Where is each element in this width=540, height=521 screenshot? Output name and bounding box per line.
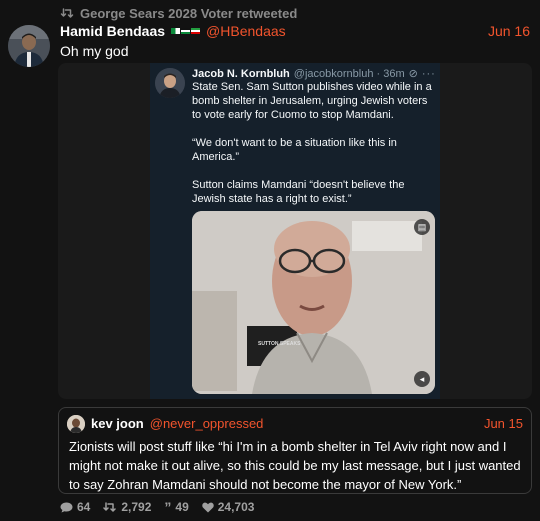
quote-date[interactable]: Jun 15: [484, 416, 523, 431]
like-count: 24,703: [217, 500, 255, 514]
quote-icon: ”: [164, 499, 172, 515]
embedded-header: Jacob N. Kornbluh @jacobkornbluh · 36m ⊘…: [192, 67, 436, 81]
engagement-stats: 64 2,792 ” 49 24,703: [60, 500, 254, 514]
embedded-text: State Sen. Sam Sutton publishes video wh…: [192, 80, 434, 220]
quote-author-name[interactable]: kev joon: [91, 416, 144, 431]
retweet-context[interactable]: George Sears 2028 Voter retweeted: [60, 6, 297, 21]
tweet-date[interactable]: Jun 16: [488, 23, 530, 39]
iran-flag-icon: [191, 28, 201, 34]
embedded-avatar: [155, 68, 185, 98]
quote-header: kev joon @never_oppressed Jun 15: [91, 416, 523, 431]
embedded-video: ▤ ◂ SUTTON SPEAKS: [192, 211, 435, 394]
algeria-flag-icon: [171, 28, 181, 34]
palestine-flag-icon: [181, 28, 191, 34]
avatar[interactable]: [8, 25, 50, 67]
author-handle[interactable]: @HBendaas: [206, 23, 286, 39]
more-options-icon: ···: [421, 67, 436, 80]
embedded-paragraph: Sutton claims Mamdani “doesn't believe t…: [192, 179, 405, 205]
quote-count: 49: [175, 500, 189, 514]
flag-emojis: [171, 28, 201, 34]
heart-icon: [202, 502, 214, 513]
reply-stat[interactable]: 64: [60, 500, 90, 514]
volume-icon: ◂: [414, 371, 430, 387]
quoted-tweet[interactable]: kev joon @never_oppressed Jun 15 Zionist…: [58, 407, 532, 494]
tweet-text: Oh my god: [60, 43, 129, 59]
retweet-label: George Sears 2028 Voter retweeted: [80, 6, 298, 21]
embedded-post-screenshot: Jacob N. Kornbluh @jacobkornbluh · 36m ⊘…: [150, 63, 440, 399]
display-name[interactable]: Hamid Bendaas: [60, 23, 165, 39]
embedded-paragraph: “We don't want to be a situation like th…: [192, 137, 397, 163]
tweet-header: Hamid Bendaas @HBendaas Jun 16: [60, 23, 530, 39]
media-attachment[interactable]: Jacob N. Kornbluh @jacobkornbluh · 36m ⊘…: [58, 63, 532, 399]
video-caption: SUTTON SPEAKS: [258, 341, 301, 347]
retweet-count: 2,792: [121, 500, 152, 514]
retweet-stat[interactable]: 2,792: [103, 500, 151, 514]
embedded-paragraph: State Sen. Sam Sutton publishes video wh…: [192, 81, 432, 121]
reply-count: 64: [77, 500, 91, 514]
reply-icon: [60, 502, 73, 513]
quote-avatar: [67, 415, 85, 433]
embedded-handle: @jacobkornbluh · 36m: [293, 67, 405, 80]
retweet-icon: [60, 8, 75, 19]
quote-author-handle[interactable]: @never_oppressed: [150, 416, 264, 431]
like-stat[interactable]: 24,703: [202, 500, 255, 514]
grok-icon: ⊘: [408, 68, 418, 80]
quote-stat[interactable]: ” 49: [164, 500, 188, 514]
embedded-name: Jacob N. Kornbluh: [192, 67, 290, 80]
captions-icon: ▤: [414, 219, 430, 235]
retweet-icon: [103, 501, 117, 513]
quote-text: Zionists will post stuff like “hi I'm in…: [69, 439, 521, 492]
